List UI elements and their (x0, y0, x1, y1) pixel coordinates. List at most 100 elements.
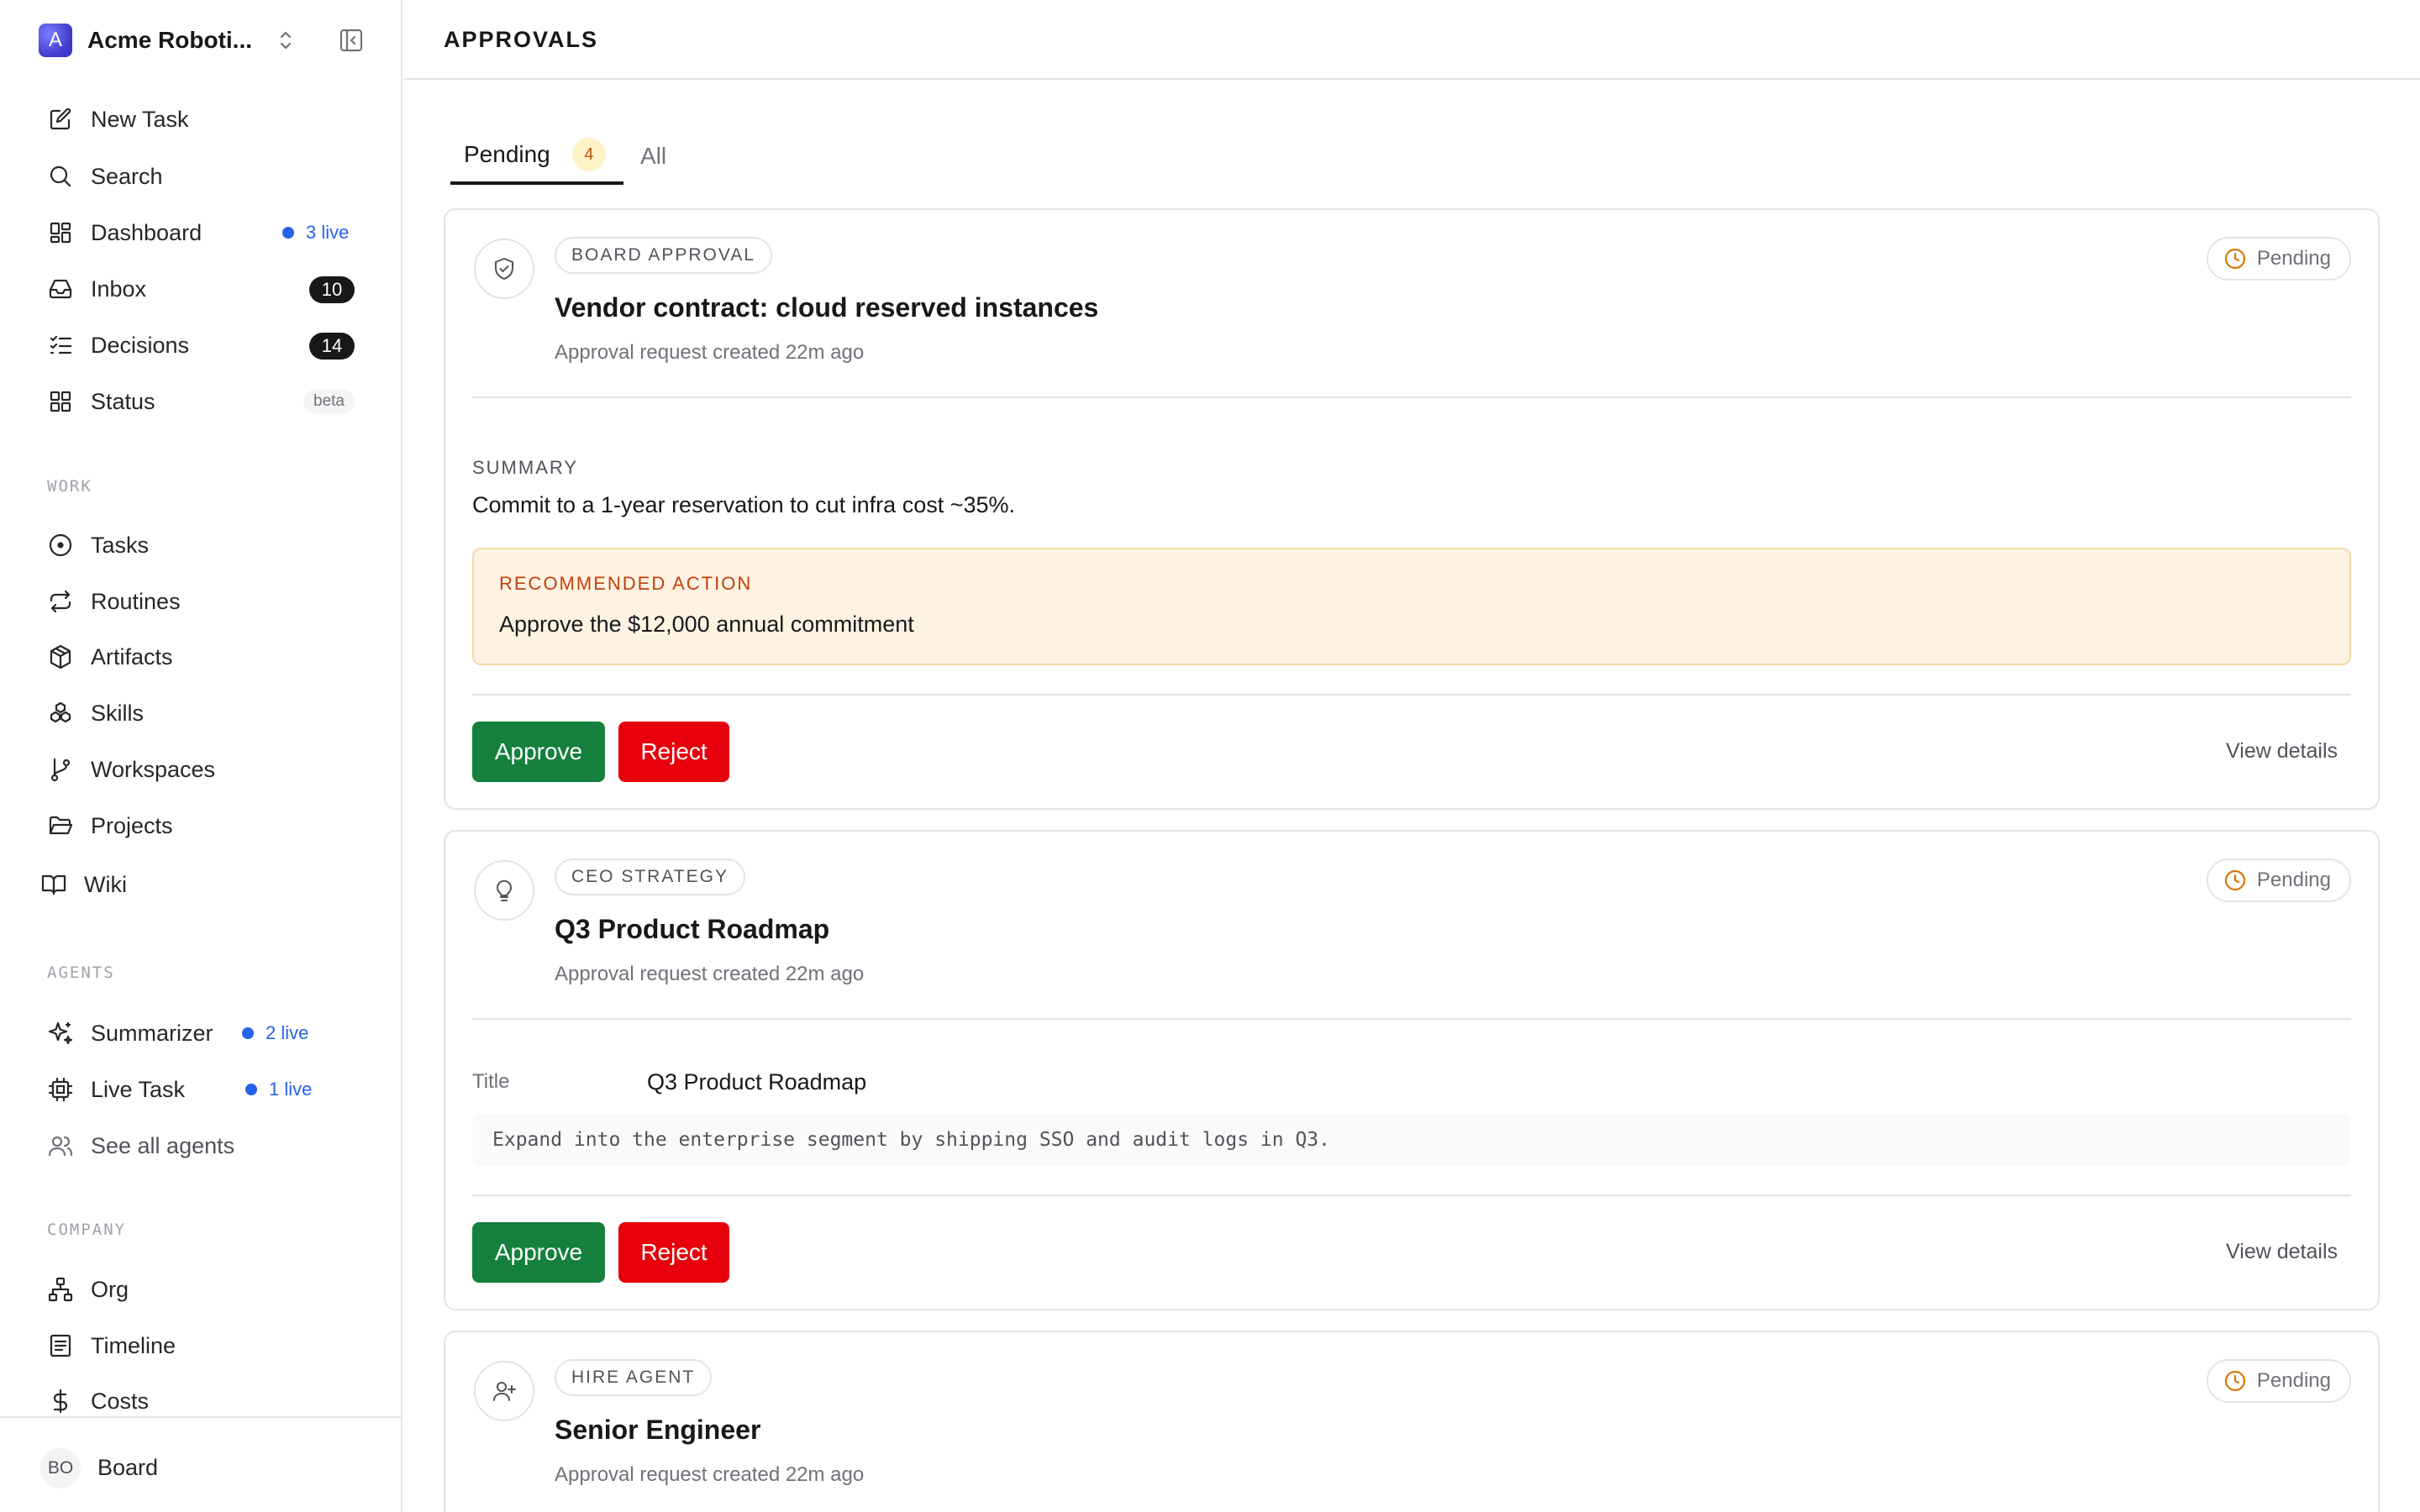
nav-wiki[interactable]: Wiki (40, 864, 351, 905)
nav-status[interactable]: Status beta (47, 381, 358, 422)
cpu-icon (47, 1076, 74, 1103)
package-icon (47, 643, 74, 670)
user-plus-icon (474, 1361, 534, 1421)
clock-icon (2224, 248, 2246, 270)
recommended-action: RECOMMENDED ACTION Approve the $12,000 a… (472, 548, 2351, 665)
approval-type-tag: CEO STRATEGY (555, 858, 745, 895)
nav-search[interactable]: Search (47, 156, 358, 197)
shield-check-icon (474, 239, 534, 299)
payload-text: Expand into the enterprise segment by sh… (492, 1129, 1330, 1151)
network-icon (47, 1276, 74, 1303)
divider (472, 1018, 2351, 1020)
nav-artifacts[interactable]: Artifacts (47, 637, 358, 677)
status-badge: Pending (2206, 858, 2351, 902)
nav-label: Tasks (91, 532, 150, 558)
sidebar-collapse-icon[interactable] (338, 27, 365, 54)
section-company-label: COMPANY (47, 1221, 127, 1239)
workspace-switcher[interactable]: A Acme Roboti... (39, 22, 366, 59)
nav-label: Artifacts (91, 643, 173, 669)
payload-box: Expand into the enterprise segment by sh… (472, 1114, 2351, 1166)
grid-icon (47, 388, 74, 415)
nav-agent-summarizer[interactable]: Summarizer 2 live (47, 1013, 358, 1053)
recommended-action-text: Approve the $12,000 annual commitment (499, 612, 914, 637)
approval-title: Vendor contract: cloud reserved instance… (555, 292, 1099, 323)
nav-label: Workspaces (91, 756, 216, 782)
approval-card: HIRE AGENT Senior Engineer Approval requ… (444, 1331, 2380, 1512)
nav-see-all-agents[interactable]: See all agents (47, 1126, 358, 1166)
approval-title: Senior Engineer (555, 1415, 761, 1445)
live-indicator: 2 live (242, 1022, 308, 1044)
reject-button[interactable]: Reject (618, 1222, 729, 1283)
nav-org[interactable]: Org (47, 1269, 358, 1310)
nav-label: Status (91, 388, 155, 414)
approve-button[interactable]: Approve (472, 722, 605, 782)
status-text: Pending (2256, 869, 2331, 891)
approval-created: Approval request created 22m ago (555, 963, 865, 985)
nav-projects[interactable]: Projects (47, 806, 358, 846)
clock-icon (2224, 1370, 2246, 1392)
boxes-icon (47, 700, 74, 727)
approval-card: BOARD APPROVAL Vendor contract: cloud re… (444, 208, 2380, 810)
summary-text: Commit to a 1-year reservation to cut in… (472, 492, 1016, 517)
tab-all[interactable]: All (629, 128, 680, 185)
approval-title: Q3 Product Roadmap (555, 914, 830, 944)
view-details-link[interactable]: View details (2226, 1240, 2338, 1264)
sparkles-icon (47, 1020, 74, 1047)
sidebar-footer[interactable]: BO Board (0, 1416, 402, 1512)
workspace-name: Acme Roboti... (87, 27, 253, 53)
inbox-count-badge: 10 (309, 276, 355, 303)
nav-workspaces[interactable]: Workspaces (47, 749, 358, 790)
nav-label: Routines (91, 588, 181, 614)
divider (472, 1194, 2351, 1196)
folder-open-icon (47, 812, 74, 839)
pending-count-badge: 4 (571, 138, 606, 171)
tab-pending[interactable]: Pending 4 (450, 128, 623, 185)
nav-routines[interactable]: Routines (47, 581, 358, 622)
approval-created: Approval request created 22m ago (555, 1463, 865, 1486)
decisions-count-badge: 14 (309, 333, 355, 360)
section-agents-label: AGENTS (47, 963, 115, 982)
nav-costs[interactable]: Costs (47, 1381, 358, 1421)
clock-icon (2224, 869, 2246, 891)
nav-skills[interactable]: Skills (47, 693, 358, 733)
nav-label: See all agents (91, 1132, 235, 1158)
edit-icon (47, 106, 74, 133)
lightbulb-icon (474, 860, 534, 921)
tab-label: Pending (464, 141, 550, 167)
nav-label: Dashboard (91, 219, 203, 245)
nav-new-task[interactable]: New Task (47, 99, 358, 139)
tab-bar: Pending 4 All (450, 128, 680, 185)
live-count: 2 live (266, 1022, 309, 1043)
app: A Acme Roboti... New Task Search Dashboa… (0, 0, 2420, 1512)
nav-tasks[interactable]: Tasks (47, 525, 358, 565)
status-text: Pending (2256, 247, 2331, 270)
nav-inbox[interactable]: Inbox 10 (47, 269, 358, 309)
approve-button[interactable]: Approve (472, 1222, 605, 1283)
dollar-icon (47, 1388, 74, 1415)
nav-label: Wiki (84, 871, 127, 897)
live-dot (245, 1084, 257, 1095)
divider (472, 396, 2351, 398)
nav-label: Inbox (91, 276, 147, 302)
repeat-icon (47, 588, 74, 615)
sidebar: A Acme Roboti... New Task Search Dashboa… (0, 0, 402, 1512)
tab-label: All (640, 143, 667, 169)
nav-agent-live-task[interactable]: Live Task 1 live (47, 1069, 358, 1110)
view-details-link[interactable]: View details (2226, 739, 2338, 764)
dashboard-icon (47, 219, 74, 246)
nav-label: Summarizer (91, 1020, 213, 1046)
git-branch-icon (47, 756, 74, 783)
field-value: Q3 Product Roadmap (647, 1069, 867, 1095)
status-badge: Pending (2206, 237, 2351, 281)
reject-button[interactable]: Reject (618, 722, 729, 782)
nav-decisions[interactable]: Decisions 14 (47, 325, 358, 365)
search-icon (47, 163, 74, 190)
nav-timeline[interactable]: Timeline (47, 1326, 358, 1366)
nav-dashboard[interactable]: Dashboard 3 live (47, 213, 358, 253)
chevron-up-down-icon (280, 31, 292, 50)
recommended-action-label: RECOMMENDED ACTION (499, 573, 753, 594)
nav-label: Costs (91, 1388, 150, 1414)
workspace-avatar: A (39, 24, 72, 57)
users-icon (47, 1132, 74, 1159)
approval-card: CEO STRATEGY Q3 Product Roadmap Approval… (444, 830, 2380, 1310)
